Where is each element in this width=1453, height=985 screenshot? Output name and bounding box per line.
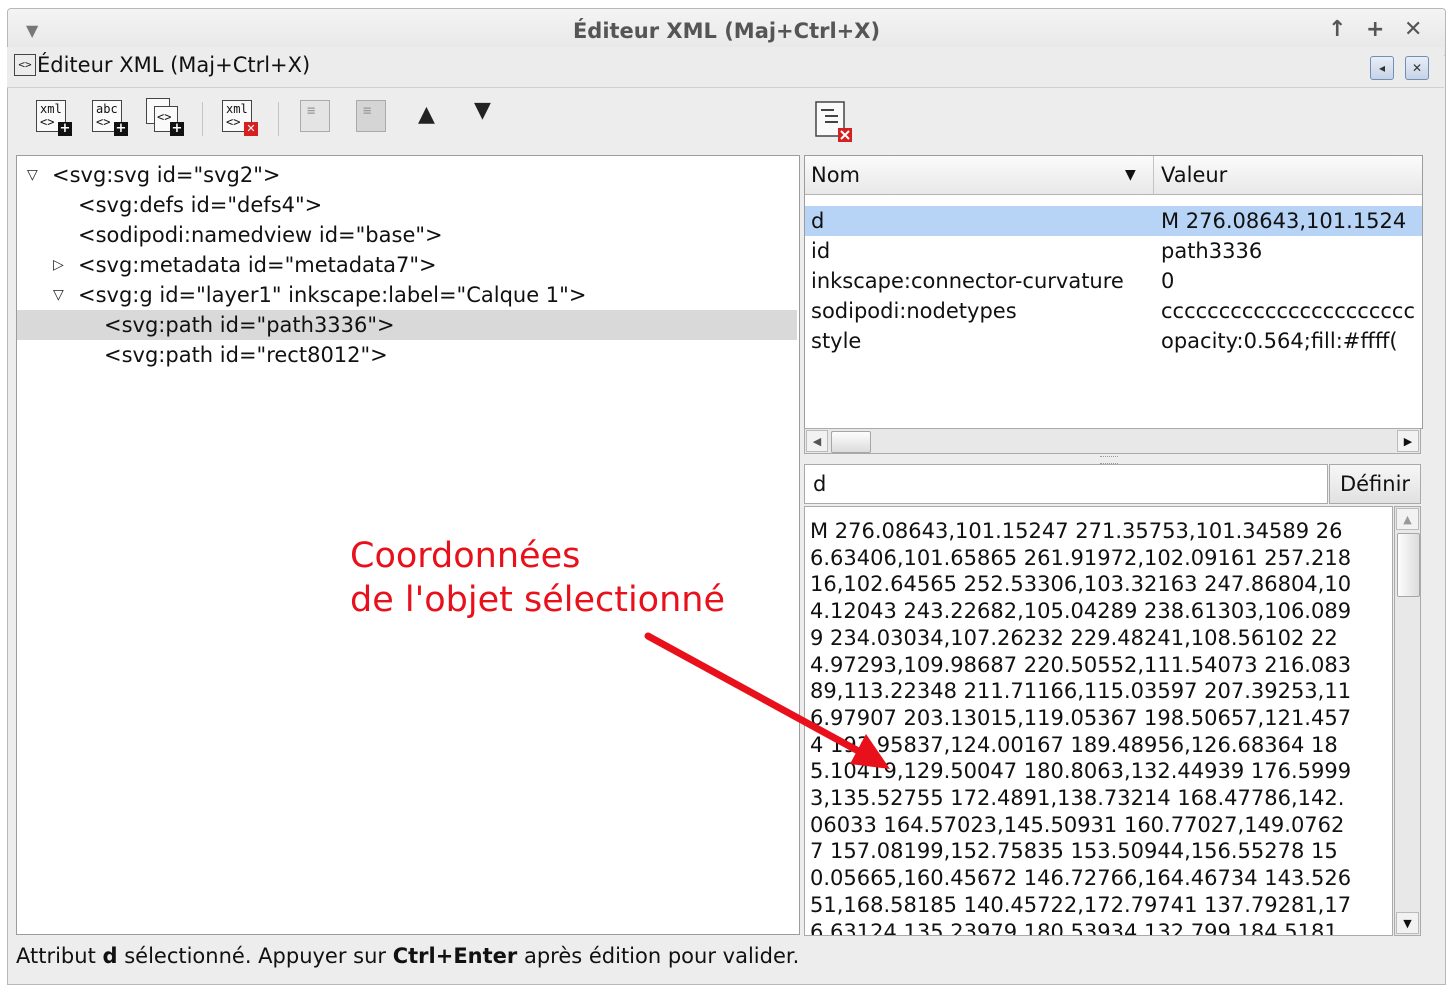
scroll-thumb[interactable] xyxy=(831,431,871,453)
scroll-right-icon[interactable]: ▶ xyxy=(1397,430,1419,452)
value-vertical-scrollbar[interactable]: ▲ ▼ xyxy=(1394,506,1421,936)
attribute-list-header: Nom ▼ Valeur xyxy=(805,156,1422,195)
attribute-value: 0 xyxy=(1161,269,1175,293)
value-text-line: 4 193.95837,124.00167 189.48956,126.6836… xyxy=(810,732,1338,757)
attribute-horizontal-scrollbar[interactable]: ◀ ▶ xyxy=(804,428,1421,454)
indent-node-button[interactable]: ≡ xyxy=(352,98,392,138)
close-dock-button[interactable]: ✕ xyxy=(1405,56,1429,80)
raise-node-button[interactable]: ▲ xyxy=(410,98,450,138)
annotation-line-1: Coordonnées xyxy=(350,536,581,576)
maximize-icon[interactable]: + xyxy=(1366,17,1384,42)
value-text-line: 9 234.03034,107.26232 229.48241,108.5610… xyxy=(810,625,1338,650)
pane-resize-grip[interactable] xyxy=(1100,456,1118,464)
attribute-row[interactable]: d M 276.08643,101.1524 xyxy=(805,206,1422,236)
tree-node[interactable]: <svg:defs id="defs4"> xyxy=(17,190,797,220)
expanded-triangle-icon[interactable]: ▽ xyxy=(53,280,64,310)
iconify-dock-button[interactable]: ◂ xyxy=(1370,56,1394,80)
tree-node-label: <svg:path id="rect8012"> xyxy=(104,343,388,367)
new-element-node-button[interactable]: xml <> + xyxy=(32,98,72,138)
attribute-value: M 276.08643,101.1524 xyxy=(1161,209,1407,233)
dock-tab: <> Éditeur XML (Maj+Ctrl+X) ◂ ✕ xyxy=(7,47,1444,88)
attribute-name: style xyxy=(811,329,862,353)
value-scroll-thumb[interactable] xyxy=(1397,533,1420,597)
unindent-node-icon: ≡ xyxy=(300,100,330,132)
delete-attribute-button[interactable] xyxy=(812,98,856,142)
raise-node-icon: ▲ xyxy=(418,102,435,127)
attribute-row[interactable]: style opacity:0.564;fill:#ffff( xyxy=(805,326,1422,356)
value-text-line: 5.10419,129.50047 180.8063,132.44939 176… xyxy=(810,759,1352,784)
value-text-line: 4.12043 243.22682,105.04289 238.61303,10… xyxy=(810,599,1352,624)
collapsed-triangle-icon[interactable]: ▷ xyxy=(53,250,64,280)
node-toolbar: xml <> + abc <> + <> + xml <> ✕ ≡ ≡ ▲ ▼ xyxy=(16,98,796,144)
attribute-value: opacity:0.564;fill:#ffff( xyxy=(1161,329,1398,353)
attribute-name: sodipodi:nodetypes xyxy=(811,299,1017,323)
status-bar: Attribut d sélectionné. Appuyer sur Ctrl… xyxy=(16,944,800,968)
delete-node-button[interactable]: xml <> ✕ xyxy=(218,98,258,138)
value-text-line: 51,168.58185 140.45722,172.79741 137.792… xyxy=(810,892,1352,917)
value-text-line: 6.63124 135.23979,180.53934 132.799,184.… xyxy=(810,919,1338,936)
lower-node-icon: ▼ xyxy=(474,98,491,123)
tree-node-label: <svg:defs id="defs4"> xyxy=(78,193,323,217)
attribute-list: Nom ▼ Valeur d M 276.08643,101.1524 id path… xyxy=(804,155,1423,429)
tree-node[interactable]: <svg:path id="rect8012"> xyxy=(17,340,797,370)
new-text-node-button[interactable]: abc <> + xyxy=(88,98,128,138)
attribute-value-textarea[interactable]: M 276.08643,101.15247 271.35753,101.3458… xyxy=(804,506,1393,936)
tree-node-label: <svg:metadata id="metadata7"> xyxy=(78,253,437,277)
keep-above-icon[interactable]: ↑ xyxy=(1328,17,1346,42)
tree-node[interactable]: ▽ <svg:g id="layer1" inkscape:label="Calq… xyxy=(17,280,797,310)
scroll-left-icon[interactable]: ◀ xyxy=(806,430,828,452)
set-attribute-button[interactable]: Définir xyxy=(1329,464,1421,504)
attribute-name: id xyxy=(811,239,831,263)
scroll-up-icon[interactable]: ▲ xyxy=(1396,508,1419,530)
value-text-line: 3,135.52755 172.4891,138.73214 168.47786… xyxy=(810,786,1345,810)
value-text-line: 6.63406,101.65865 261.91972,102.09161 25… xyxy=(810,545,1352,570)
attribute-row[interactable]: id path3336 xyxy=(805,236,1422,266)
xml-editor-icon: <> xyxy=(14,54,36,76)
tree-node-label: <svg:g id="layer1" inkscape:label="Calqu… xyxy=(78,283,587,307)
tree-node[interactable]: <sodipodi:namedview id="base"> xyxy=(17,220,797,250)
tree-node-label: <svg:path id="path3336"> xyxy=(104,313,395,337)
value-text-line: 6.97907 203.13015,119.05367 198.50657,12… xyxy=(810,705,1352,730)
annotation-text: Coordonnées de l'objet sélectionné xyxy=(350,534,725,622)
attribute-value: cccccccccccccccccccccc xyxy=(1161,299,1416,323)
scroll-down-icon[interactable]: ▼ xyxy=(1396,912,1419,934)
value-text-line: 4.97293,109.98687 220.50552,111.54073 21… xyxy=(810,652,1352,677)
attribute-name: d xyxy=(811,209,825,233)
attribute-value: path3336 xyxy=(1161,239,1263,263)
value-text-line: 16,102.64565 252.53306,103.32163 247.868… xyxy=(810,572,1352,597)
attribute-name-field[interactable]: d xyxy=(804,464,1328,504)
indent-node-icon: ≡ xyxy=(356,100,386,132)
value-text-line: 06033 164.57023,145.50931 160.77027,149.… xyxy=(810,812,1345,837)
expanded-triangle-icon[interactable]: ▽ xyxy=(27,160,38,190)
value-text-line: M 276.08643,101.15247 271.35753,101.3458… xyxy=(810,519,1343,543)
column-header-value[interactable]: Valeur xyxy=(1155,156,1422,194)
tree-node-label: <sodipodi:namedview id="base"> xyxy=(78,223,443,247)
annotation-line-2: de l'objet sélectionné xyxy=(350,580,725,620)
tree-node[interactable]: <svg:path id="path3336"> xyxy=(17,310,797,340)
lower-node-button[interactable]: ▼ xyxy=(466,98,506,138)
tree-node[interactable]: ▷ <svg:metadata id="metadata7"> xyxy=(17,250,797,280)
dock-title: Éditeur XML (Maj+Ctrl+X) xyxy=(37,53,311,77)
close-window-icon[interactable]: ✕ xyxy=(1404,17,1422,42)
value-text-line: 89,113.22348 211.71166,115.03597 207.392… xyxy=(810,679,1352,704)
attribute-row[interactable]: inkscape:connector-curvature 0 xyxy=(805,266,1422,296)
value-text-line: 7 157.08199,152.75835 153.50944,156.5527… xyxy=(810,839,1338,864)
delete-attribute-icon xyxy=(815,101,852,142)
attribute-row[interactable]: sodipodi:nodetypes cccccccccccccccccccccc xyxy=(805,296,1422,326)
duplicate-node-button[interactable]: <> + xyxy=(144,98,184,138)
unindent-node-button[interactable]: ≡ xyxy=(296,98,336,138)
attribute-name: inkscape:connector-curvature xyxy=(811,269,1124,293)
column-header-name[interactable]: Nom ▼ xyxy=(805,156,1154,194)
value-text-line: 0.05665,160.45672 146.72766,164.46734 14… xyxy=(810,866,1352,891)
tree-node[interactable]: ▽ <svg:svg id="svg2"> xyxy=(17,160,797,190)
tree-node-label: <svg:svg id="svg2"> xyxy=(52,163,281,187)
window-title: Éditeur XML (Maj+Ctrl+X) xyxy=(572,19,881,43)
sort-down-icon: ▼ xyxy=(1125,167,1136,183)
